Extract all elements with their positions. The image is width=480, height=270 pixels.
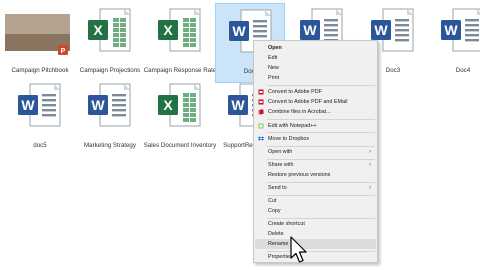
menu-share-with[interactable]: Share with ›: [255, 160, 376, 170]
chevron-right-icon: ›: [369, 149, 371, 155]
excel-file-icon: X: [154, 82, 206, 140]
svg-text:W: W: [21, 97, 35, 113]
menu-convert-pdf-label: Convert to Adobe PDF: [268, 89, 322, 95]
adobe-pdf-email-icon: [258, 99, 264, 105]
menu-edit-notepad-label: Edit with Notepad++: [268, 123, 317, 129]
file-item[interactable]: W Marketing Strategy: [75, 78, 145, 158]
context-menu: Open Edit New Print Convert to Adobe PDF…: [253, 40, 378, 263]
svg-text:P: P: [61, 48, 66, 55]
menu-open-with[interactable]: Open with ›: [255, 147, 376, 157]
menu-send-to-label: Send to: [268, 185, 287, 191]
menu-convert-pdf-email[interactable]: Convert to Adobe PDF and EMail: [255, 97, 376, 107]
notepad-plus-plus-icon: [258, 123, 264, 129]
file-item[interactable]: P Campaign Pitchbook: [5, 3, 75, 83]
menu-convert-pdf[interactable]: Convert to Adobe PDF: [255, 87, 376, 97]
menu-properties[interactable]: Properties: [255, 252, 376, 262]
menu-new[interactable]: New: [255, 63, 376, 73]
acrobat-combine-icon: [258, 109, 264, 115]
menu-print[interactable]: Print: [255, 73, 376, 83]
svg-text:W: W: [444, 22, 458, 38]
menu-move-dropbox[interactable]: Move to Dropbox: [255, 134, 376, 144]
file-item[interactable]: X Campaign Response Rate: [144, 3, 216, 83]
menu-rename[interactable]: Rename: [255, 239, 376, 249]
menu-convert-pdf-email-label: Convert to Adobe PDF and EMail: [268, 99, 348, 105]
word-file-icon: W: [437, 7, 480, 65]
excel-file-icon: X: [84, 7, 136, 65]
adobe-pdf-icon: [258, 89, 264, 95]
menu-send-to[interactable]: Send to ›: [255, 183, 376, 193]
menu-edit-label: Edit: [268, 55, 278, 61]
file-item[interactable]: X Sales Document Inventory: [144, 78, 216, 158]
menu-edit-notepad[interactable]: Edit with Notepad++: [255, 121, 376, 131]
menu-delete[interactable]: Delete: [255, 229, 376, 239]
menu-share-with-label: Share with: [268, 162, 294, 168]
mouse-pointer-icon: [290, 236, 307, 263]
svg-text:W: W: [91, 97, 105, 113]
file-name: Doc4: [455, 67, 471, 74]
menu-restore-versions-label: Restore previous versions: [268, 172, 331, 178]
svg-text:X: X: [163, 97, 173, 113]
menu-open-label: Open: [268, 45, 282, 51]
file-item[interactable]: Wdoc5: [5, 78, 75, 158]
chevron-right-icon: ›: [369, 185, 371, 191]
powerpoint-file-icon: P: [5, 7, 70, 65]
menu-create-shortcut[interactable]: Create shortcut: [255, 219, 376, 229]
chevron-right-icon: ›: [369, 162, 371, 168]
menu-separator: [267, 119, 375, 120]
menu-open-with-label: Open with: [268, 149, 293, 155]
menu-copy[interactable]: Copy: [255, 206, 376, 216]
word-file-icon: W: [14, 82, 66, 140]
menu-rename-label: Rename: [268, 241, 289, 247]
menu-separator: [267, 85, 375, 86]
menu-print-label: Print: [268, 75, 280, 81]
menu-move-dropbox-label: Move to Dropbox: [268, 136, 310, 142]
svg-text:X: X: [93, 22, 103, 38]
file-item[interactable]: W Doc4: [428, 3, 480, 83]
menu-copy-label: Copy: [268, 208, 281, 214]
svg-text:W: W: [231, 97, 245, 113]
svg-text:W: W: [232, 23, 246, 39]
svg-text:X: X: [163, 22, 173, 38]
menu-edit[interactable]: Edit: [255, 53, 376, 63]
menu-combine-acrobat-label: Combine files in Acrobat...: [268, 109, 331, 115]
svg-text:W: W: [303, 22, 317, 38]
menu-create-shortcut-label: Create shortcut: [268, 221, 305, 227]
excel-file-icon: X: [154, 7, 206, 65]
menu-combine-acrobat[interactable]: Combine files in Acrobat...: [255, 107, 376, 117]
menu-new-label: New: [268, 65, 279, 71]
menu-cut[interactable]: Cut: [255, 196, 376, 206]
menu-restore-versions[interactable]: Restore previous versions: [255, 170, 376, 180]
menu-delete-label: Delete: [268, 231, 284, 237]
file-item[interactable]: X Campaign Projections: [75, 3, 145, 83]
svg-text:W: W: [374, 22, 388, 38]
menu-properties-label: Properties: [268, 254, 293, 260]
menu-cut-label: Cut: [268, 198, 277, 204]
menu-open[interactable]: Open: [255, 43, 376, 53]
dropbox-icon: [258, 136, 264, 142]
menu-separator: [267, 132, 375, 133]
word-file-icon: W: [84, 82, 136, 140]
